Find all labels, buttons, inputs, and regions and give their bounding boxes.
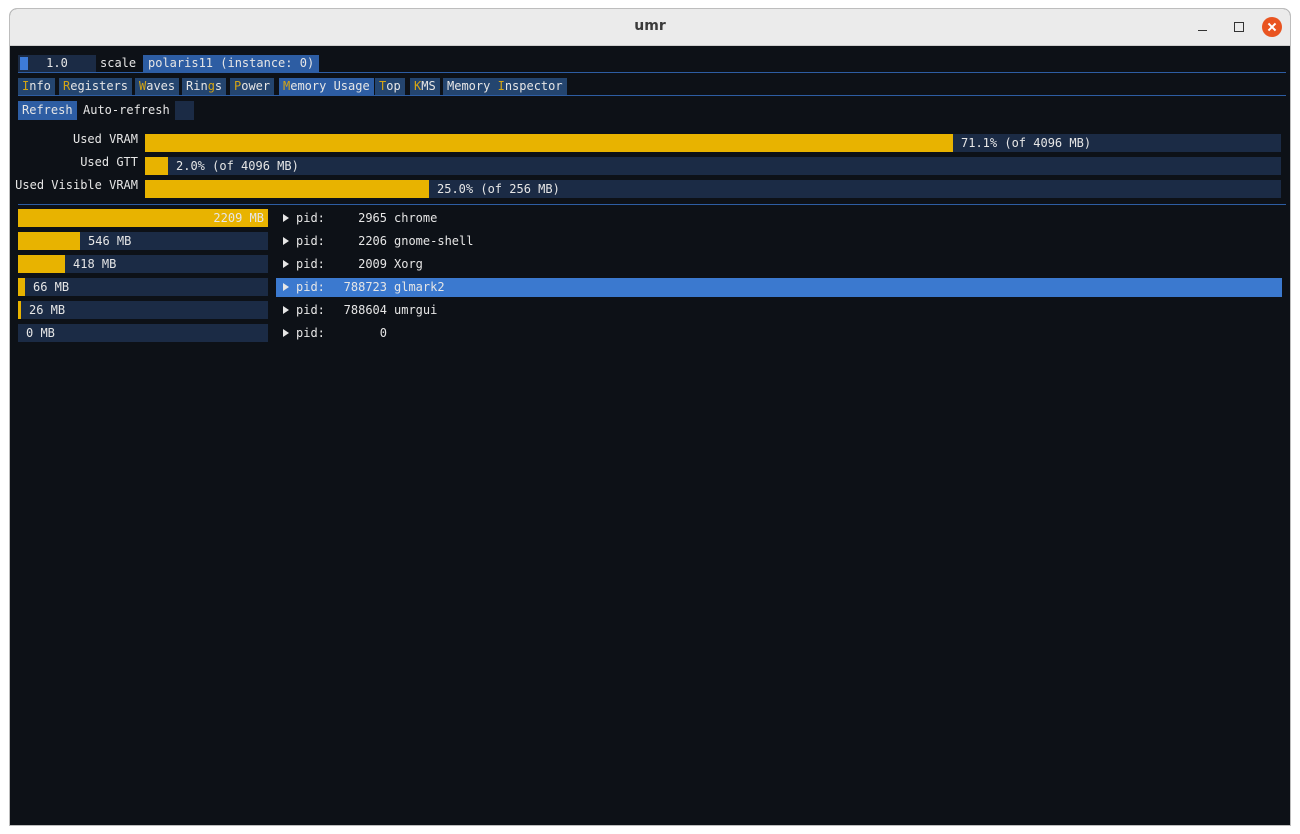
process-usage-text: 0 MB: [26, 326, 55, 340]
process-name: gnome-shell: [394, 234, 474, 248]
tab-device[interactable]: polaris11 (instance: 0): [143, 55, 320, 72]
tab-label-text: ower: [241, 79, 271, 93]
memory-bar-fill: [145, 157, 168, 175]
tab-kms[interactable]: KMS: [410, 78, 440, 95]
process-usage-text: 418 MB: [73, 257, 117, 271]
process-usage-text: 26 MB: [29, 303, 66, 317]
process-usage-fill: [18, 301, 21, 319]
auto-refresh-label: Auto-refresh: [83, 103, 170, 117]
process-usage-bar: 2209 MB: [18, 209, 268, 227]
process-tree-node[interactable]: pid: 2009 Xorg: [276, 255, 1282, 274]
app-window: umr 1.0 scale polaris11 (instance: 0) In…: [9, 8, 1291, 826]
divider: [18, 95, 1286, 96]
tab-memory-inspector[interactable]: Memory Inspector: [443, 78, 567, 95]
memory-label: Used GTT: [80, 155, 138, 169]
memory-bar-text: 71.1% (of 4096 MB): [961, 136, 1092, 150]
process-usage-bar: 26 MB: [18, 301, 268, 319]
scale-value: 1.0: [46, 56, 68, 70]
memory-label: Used Visible VRAM: [15, 178, 138, 192]
process-usage-text: 66 MB: [33, 280, 70, 294]
tab-label-text: nfo: [29, 79, 51, 93]
refresh-button[interactable]: Refresh: [18, 101, 77, 120]
tab-power[interactable]: Power: [230, 78, 275, 95]
tab-top[interactable]: Top: [375, 78, 405, 95]
process-tree-node[interactable]: pid: 2206 gnome-shell: [276, 232, 1282, 251]
minimize-button[interactable]: [1193, 17, 1213, 37]
tab-label-text: MS: [421, 79, 436, 93]
tab-label-text: op: [386, 79, 401, 93]
process-usage-bar: 546 MB: [18, 232, 268, 250]
divider: [18, 204, 1286, 205]
expand-arrow-icon[interactable]: [283, 260, 289, 268]
process-usage-bar: 418 MB: [18, 255, 268, 273]
pid-label: pid:: [296, 280, 325, 294]
tab-label-text: nspector: [504, 79, 563, 93]
process-usage-bar: 66 MB: [18, 278, 268, 296]
process-usage-fill: [18, 255, 65, 273]
pid-value: 2206: [358, 234, 387, 248]
process-tree-node[interactable]: pid: 788723 glmark2: [276, 278, 1282, 297]
tab-label-text: s: [214, 79, 223, 93]
tab-registers[interactable]: Registers: [59, 78, 133, 95]
pid-label: pid:: [296, 326, 325, 340]
memory-label: Used VRAM: [72, 132, 138, 146]
expand-arrow-icon[interactable]: [283, 214, 289, 222]
tab-memory-usage[interactable]: Memory Usage: [279, 78, 374, 95]
memory-bar-fill: [145, 134, 953, 152]
memory-bar: 2.0% (of 4096 MB): [145, 157, 1281, 175]
expand-arrow-icon[interactable]: [283, 329, 289, 337]
pid-value: 2009: [358, 257, 387, 271]
tab-label-text: emory Usage: [290, 79, 370, 93]
process-usage-text: 546 MB: [88, 234, 132, 248]
pid-label: pid:: [296, 211, 325, 225]
auto-refresh-checkbox[interactable]: [175, 101, 194, 120]
pid-label: pid:: [296, 303, 325, 317]
process-tree-node[interactable]: pid: 788604 umrgui: [276, 301, 1282, 320]
window-title: umr: [634, 18, 666, 34]
tab-hotkey: g: [207, 79, 215, 93]
memory-bar: 25.0% (of 256 MB): [145, 180, 1281, 198]
close-button[interactable]: [1262, 17, 1282, 37]
tab-label-text: egisters: [70, 79, 129, 93]
process-tree-node[interactable]: pid: 2965 chrome: [276, 209, 1282, 228]
pid-label: pid:: [296, 257, 325, 271]
tab-info[interactable]: Info: [18, 78, 55, 95]
scale-label: scale: [100, 56, 137, 70]
pid-value: 788604: [343, 303, 387, 317]
main-content: 1.0 scale polaris11 (instance: 0) Info Re…: [10, 46, 1290, 825]
memory-bar-text: 2.0% (of 4096 MB): [176, 159, 299, 173]
expand-arrow-icon[interactable]: [283, 237, 289, 245]
process-name: glmark2: [394, 280, 445, 294]
divider: [18, 72, 1286, 73]
memory-bar-fill: [145, 180, 429, 198]
tab-waves[interactable]: Waves: [135, 78, 180, 95]
tab-label-text: Rin: [186, 79, 208, 93]
process-usage-fill: [18, 232, 80, 250]
tab-label-text: Memory: [447, 79, 498, 93]
expand-arrow-icon[interactable]: [283, 283, 289, 291]
process-tree-node[interactable]: pid: 0: [276, 324, 1282, 343]
pid-value: 0: [379, 326, 387, 340]
memory-bar: 71.1% (of 4096 MB): [145, 134, 1281, 152]
process-name: Xorg: [394, 257, 423, 271]
title-bar[interactable]: umr: [10, 9, 1290, 46]
expand-arrow-icon[interactable]: [283, 306, 289, 314]
tab-hotkey: I: [497, 79, 505, 93]
pid-value: 2965: [358, 211, 387, 225]
tab-rings[interactable]: Rings: [182, 78, 227, 95]
maximize-button[interactable]: [1229, 17, 1249, 37]
scale-slider[interactable]: 1.0: [18, 55, 96, 72]
process-name: umrgui: [394, 303, 438, 317]
memory-bar-text: 25.0% (of 256 MB): [437, 182, 560, 196]
process-usage-bar: 0 MB: [18, 324, 268, 342]
tab-label-text: aves: [146, 79, 176, 93]
process-name: chrome: [394, 211, 438, 225]
pid-label: pid:: [296, 234, 325, 248]
pid-value: 788723: [343, 280, 387, 294]
process-usage-fill: [18, 278, 25, 296]
process-usage-text: 2209 MB: [213, 211, 264, 225]
